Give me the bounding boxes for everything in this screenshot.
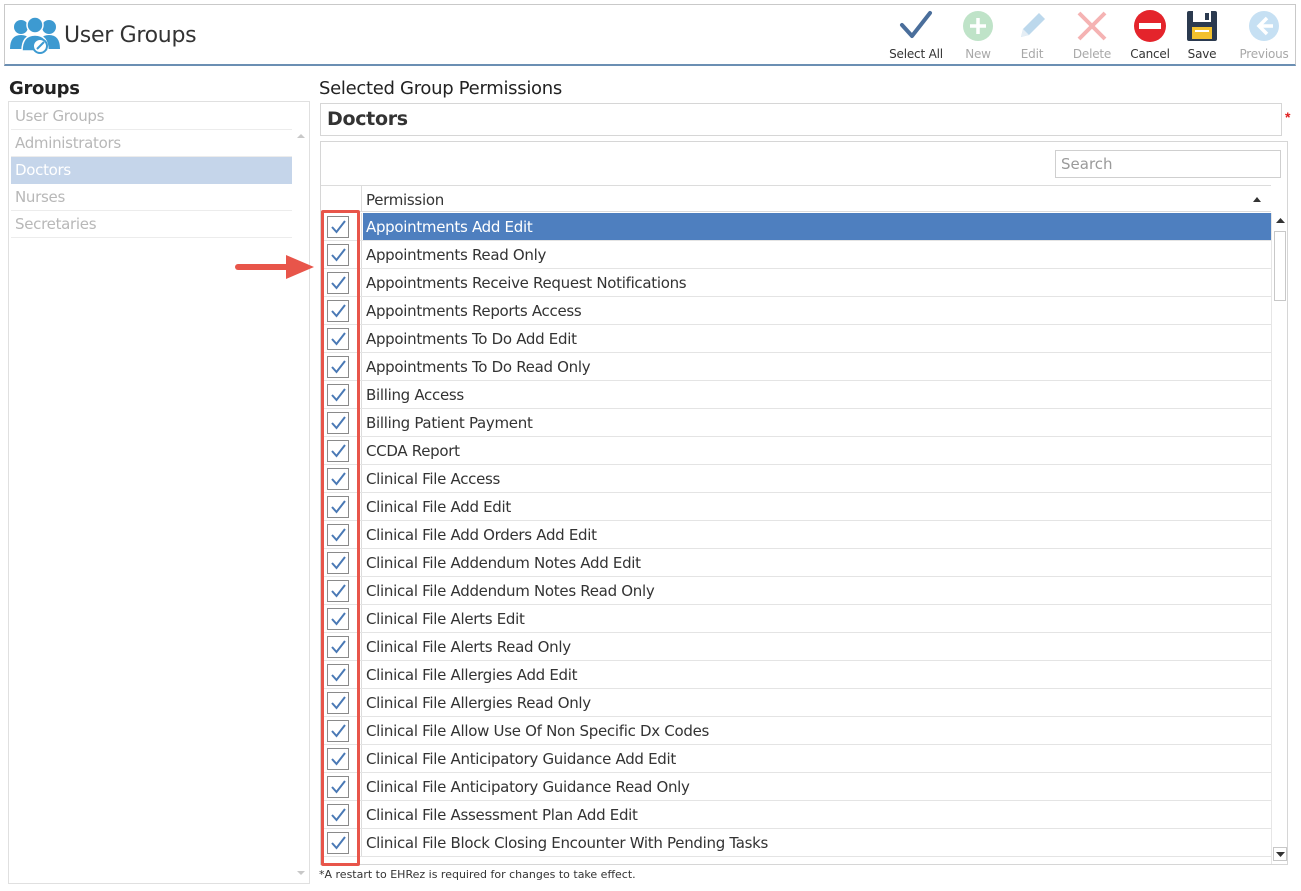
table-row[interactable]: Appointments Read Only	[321, 241, 1271, 269]
permission-label: CCDA Report	[366, 442, 460, 460]
permission-label: Billing Access	[366, 386, 464, 404]
permission-label: Billing Patient Payment	[366, 414, 533, 432]
group-item-nurses[interactable]: Nurses	[11, 184, 292, 211]
table-row[interactable]: Clinical File Allergies Add Edit	[321, 661, 1271, 689]
scroll-down-icon	[1276, 852, 1285, 857]
permission-label: Clinical File Anticipatory Guidance Read…	[366, 778, 690, 796]
groups-list: User Groups Administrators Doctors Nurse…	[8, 101, 310, 884]
permission-label: Clinical File Alerts Edit	[366, 610, 525, 628]
permission-label: Appointments Reports Access	[366, 302, 582, 320]
permission-label: Appointments Read Only	[366, 246, 547, 264]
permissions-title: Selected Group Permissions	[319, 78, 562, 99]
permission-label: Clinical File Addendum Notes Read Only	[366, 582, 655, 600]
permissions-rows: Appointments Add Edit Appointments Read O…	[321, 213, 1271, 863]
group-item-administrators[interactable]: Administrators	[11, 130, 292, 157]
table-row[interactable]: Clinical File Addendum Notes Add Edit	[321, 549, 1271, 577]
permission-label: Appointments To Do Read Only	[366, 358, 591, 376]
scrollbar-thumb[interactable]	[1274, 231, 1286, 301]
permission-label: Clinical File Block Closing Encounter Wi…	[366, 834, 769, 852]
table-row[interactable]: Clinical File Block Closing Encounter Wi…	[321, 829, 1271, 857]
checkmark-icon	[900, 11, 932, 38]
permission-label: Clinical File Allergies Add Edit	[366, 666, 578, 684]
permission-label: Appointments Receive Request Notificatio…	[366, 274, 687, 292]
table-row[interactable]: Billing Patient Payment	[321, 409, 1271, 437]
scroll-up-icon[interactable]	[1276, 217, 1285, 224]
restart-footnote: *A restart to EHRez is required for chan…	[319, 868, 636, 881]
required-indicator: *	[1285, 109, 1291, 125]
table-row[interactable]: Appointments Add Edit	[321, 213, 1271, 241]
permission-label: Clinical File Add Edit	[366, 498, 511, 516]
table-row[interactable]: Appointments Receive Request Notificatio…	[321, 269, 1271, 297]
new-button[interactable]: New	[949, 7, 1007, 63]
arrow-left-circle-icon	[1249, 11, 1279, 41]
previous-button[interactable]: Previous	[1235, 7, 1293, 63]
table-row[interactable]: Clinical File Addendum Notes Read Only	[321, 577, 1271, 605]
table-row[interactable]: CCDA Report	[321, 437, 1271, 465]
groups-title: Groups	[9, 78, 80, 99]
floppy-disk-icon	[1187, 11, 1217, 41]
table-row[interactable]: Billing Access	[321, 381, 1271, 409]
group-item-doctors[interactable]: Doctors	[11, 157, 292, 184]
permission-column-header[interactable]: Permission	[366, 186, 444, 214]
group-name-field[interactable]: Doctors	[320, 103, 1282, 136]
save-label: Save	[1187, 47, 1217, 61]
permissions-grid: Permission Appointments Add EditAppointm…	[320, 141, 1288, 865]
select-all-button[interactable]: Select All	[887, 7, 945, 63]
permission-label: Appointments To Do Add Edit	[366, 330, 577, 348]
groups-scroll-up-icon[interactable]	[296, 132, 306, 140]
edit-label: Edit	[1020, 47, 1044, 61]
group-item-secretaries[interactable]: Secretaries	[11, 211, 292, 238]
cancel-label: Cancel	[1130, 47, 1170, 61]
table-row[interactable]: Appointments Reports Access	[321, 297, 1271, 325]
users-group-icon	[10, 16, 60, 54]
table-row[interactable]: Clinical File Alerts Edit	[321, 605, 1271, 633]
delete-label: Delete	[1072, 47, 1112, 61]
plus-circle-icon	[963, 11, 993, 41]
checkbox-column-highlight	[321, 210, 360, 866]
scroll-down-button[interactable]	[1273, 847, 1287, 861]
table-row[interactable]: Clinical File Allergies Read Only	[321, 689, 1271, 717]
grid-column-header: Permission	[321, 185, 1271, 212]
table-row[interactable]: Clinical File Access	[321, 465, 1271, 493]
save-button[interactable]: Save	[1173, 7, 1231, 63]
no-entry-icon	[1134, 10, 1166, 42]
table-row[interactable]: Clinical File Anticipatory Guidance Add …	[321, 745, 1271, 773]
permission-label: Clinical File Allergies Read Only	[366, 694, 591, 712]
delete-button[interactable]: Delete	[1063, 7, 1121, 63]
pencil-icon	[1021, 13, 1045, 37]
table-row[interactable]: Clinical File Allow Use Of Non Specific …	[321, 717, 1271, 745]
groups-scroll-down-icon[interactable]	[296, 869, 306, 877]
table-row[interactable]: Clinical File Anticipatory Guidance Read…	[321, 773, 1271, 801]
new-label: New	[965, 47, 991, 61]
permission-label: Clinical File Add Orders Add Edit	[366, 526, 597, 544]
permission-label: Clinical File Assessment Plan Add Edit	[366, 806, 638, 824]
permission-label: Clinical File Allow Use Of Non Specific …	[366, 722, 710, 740]
permission-label: Clinical File Addendum Notes Add Edit	[366, 554, 641, 572]
group-item-user-groups[interactable]: User Groups	[11, 103, 292, 130]
previous-label: Previous	[1239, 47, 1289, 61]
permission-label: Clinical File Access	[366, 470, 501, 488]
permission-label: Clinical File Anticipatory Guidance Add …	[366, 750, 676, 768]
app-title: User Groups	[64, 23, 197, 48]
x-icon	[1077, 11, 1107, 41]
cancel-button[interactable]: Cancel	[1121, 7, 1179, 63]
table-row[interactable]: Appointments To Do Read Only	[321, 353, 1271, 381]
app-header: User Groups Select All New Edit Delete C…	[4, 4, 1296, 66]
table-row[interactable]: Clinical File Add Edit	[321, 493, 1271, 521]
table-row[interactable]: Clinical File Alerts Read Only	[321, 633, 1271, 661]
search-input[interactable]	[1055, 150, 1281, 178]
select-all-label: Select All	[889, 47, 943, 61]
permission-label: Clinical File Alerts Read Only	[366, 638, 571, 656]
vertical-scrollbar[interactable]	[1271, 213, 1287, 864]
callout-arrow-icon	[235, 255, 314, 279]
edit-button[interactable]: Edit	[1003, 7, 1061, 63]
table-row[interactable]: Clinical File Assessment Plan Add Edit	[321, 801, 1271, 829]
sort-ascending-icon[interactable]	[1253, 196, 1261, 202]
permission-label: Appointments Add Edit	[366, 218, 533, 236]
table-row[interactable]: Clinical File Add Orders Add Edit	[321, 521, 1271, 549]
checkbox-column-header	[321, 186, 362, 212]
table-row[interactable]: Appointments To Do Add Edit	[321, 325, 1271, 353]
